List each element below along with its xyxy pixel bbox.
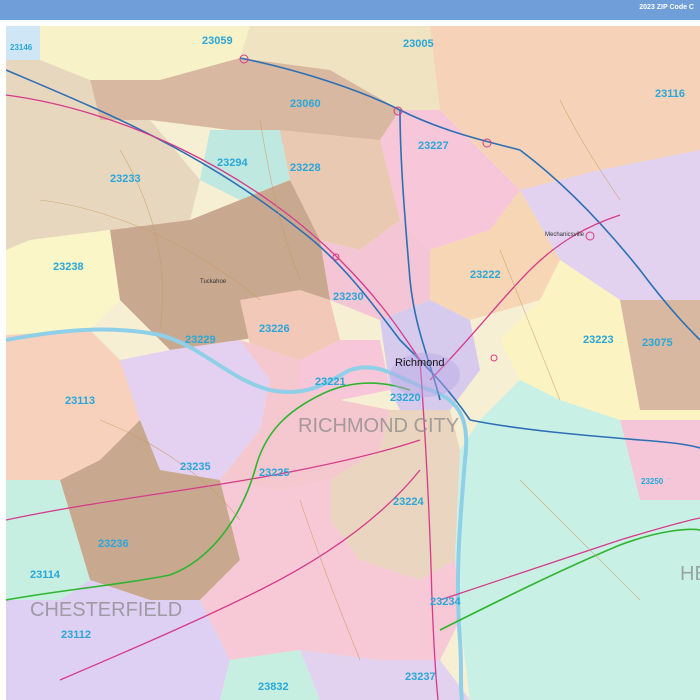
county-label-richmond-city: RICHMOND CITY — [298, 415, 459, 437]
header-bar: 2023 ZIP Code C — [0, 0, 700, 20]
zip-label-23224[interactable]: 23224 — [393, 496, 424, 508]
zip-label-23060[interactable]: 23060 — [290, 98, 321, 110]
zip-label-23294[interactable]: 23294 — [217, 157, 248, 169]
zip-label-23113[interactable]: 23113 — [65, 395, 95, 407]
zip-label-23227[interactable]: 23227 — [418, 140, 449, 152]
zip-label-23236[interactable]: 23236 — [98, 538, 129, 550]
zip-label-23075[interactable]: 23075 — [642, 337, 673, 349]
zip-label-23226[interactable]: 23226 — [259, 323, 290, 335]
zip-label-23112[interactable]: 23112 — [61, 629, 91, 641]
zip-label-23225[interactable]: 23225 — [259, 467, 290, 479]
zip-label-23832[interactable]: 23832 — [258, 681, 289, 693]
zip-label-23233[interactable]: 23233 — [110, 173, 141, 185]
county-label-henrico-partial: HE — [680, 563, 700, 585]
zip-label-23116[interactable]: 23116 — [655, 88, 685, 100]
zip-label-23114[interactable]: 23114 — [30, 569, 61, 581]
zip-label-23234[interactable]: 23234 — [430, 596, 461, 608]
zip-label-23238[interactable]: 23238 — [53, 261, 84, 273]
map-canvas[interactable]: RICHMOND CITY CHESTERFIELD HE Richmond T… — [6, 26, 700, 700]
zip-label-23220[interactable]: 23220 — [390, 392, 421, 404]
header-title: 2023 ZIP Code C — [639, 4, 694, 11]
zip-code-map[interactable]: RICHMOND CITY CHESTERFIELD HE Richmond T… — [6, 26, 700, 700]
place-label-tuckahoe: Tuckahoe — [200, 279, 227, 285]
place-label-mechanicsville: Mechanicsville — [545, 232, 585, 238]
zip-label-23059[interactable]: 23059 — [202, 35, 233, 47]
zip-label-23146[interactable]: 23146 — [10, 43, 33, 52]
zip-label-23223[interactable]: 23223 — [583, 334, 614, 346]
zip-label-23237[interactable]: 23237 — [405, 671, 436, 683]
zip-label-23228[interactable]: 23228 — [290, 162, 321, 174]
zip-label-23229[interactable]: 23229 — [185, 334, 216, 346]
city-label-richmond: Richmond — [395, 357, 445, 369]
zip-label-23222[interactable]: 23222 — [470, 269, 501, 281]
zip-label-23221[interactable]: 23221 — [315, 376, 346, 388]
zip-label-23230[interactable]: 23230 — [333, 291, 364, 303]
zip-label-23250[interactable]: 23250 — [641, 477, 664, 486]
zip-label-23005[interactable]: 23005 — [403, 38, 434, 50]
zip-label-23235[interactable]: 23235 — [180, 461, 211, 473]
county-label-chesterfield: CHESTERFIELD — [30, 599, 182, 621]
